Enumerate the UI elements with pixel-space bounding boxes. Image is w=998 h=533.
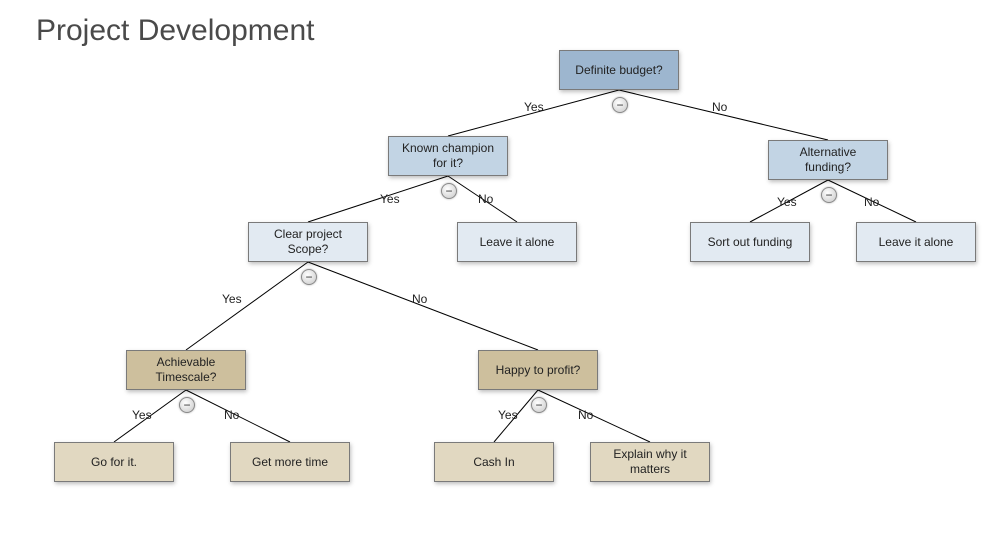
edge-label-timescale-no: No <box>224 408 239 422</box>
minus-icon: − <box>183 399 190 411</box>
edge-label-champion-yes: Yes <box>380 192 400 206</box>
node-happy-to-profit[interactable]: Happy to profit? <box>478 350 598 390</box>
minus-icon: − <box>445 185 452 197</box>
minus-icon: − <box>825 189 832 201</box>
node-go-for-it[interactable]: Go for it. <box>54 442 174 482</box>
edge-label-scope-yes: Yes <box>222 292 242 306</box>
node-label: Known champion for it? <box>395 141 501 171</box>
collapse-toggle-scope[interactable]: − <box>301 269 317 285</box>
node-leave-alone-1[interactable]: Leave it alone <box>457 222 577 262</box>
node-label: Leave it alone <box>480 235 555 250</box>
node-leave-alone-2[interactable]: Leave it alone <box>856 222 976 262</box>
node-label: Explain why it matters <box>597 447 703 477</box>
edge-label-root-no: No <box>712 100 727 114</box>
edge-label-champion-no: No <box>478 192 493 206</box>
node-definite-budget[interactable]: Definite budget? <box>559 50 679 90</box>
collapse-toggle-timescale[interactable]: − <box>179 397 195 413</box>
edge-label-altfund-yes: Yes <box>777 195 797 209</box>
edge-label-scope-no: No <box>412 292 427 306</box>
node-achievable-timescale[interactable]: Achievable Timescale? <box>126 350 246 390</box>
node-clear-scope[interactable]: Clear project Scope? <box>248 222 368 262</box>
edge-label-root-yes: Yes <box>524 100 544 114</box>
minus-icon: − <box>535 399 542 411</box>
node-label: Happy to profit? <box>496 363 581 378</box>
minus-icon: − <box>616 99 623 111</box>
page-title: Project Development <box>36 14 314 48</box>
edge-label-altfund-no: No <box>864 195 879 209</box>
edge-label-timescale-yes: Yes <box>132 408 152 422</box>
collapse-toggle-profit[interactable]: − <box>531 397 547 413</box>
node-label: Clear project Scope? <box>255 227 361 257</box>
node-label: Get more time <box>252 455 328 470</box>
node-explain-why[interactable]: Explain why it matters <box>590 442 710 482</box>
node-cash-in[interactable]: Cash In <box>434 442 554 482</box>
collapse-toggle-champion[interactable]: − <box>441 183 457 199</box>
node-known-champion[interactable]: Known champion for it? <box>388 136 508 176</box>
node-label: Cash In <box>473 455 514 470</box>
node-label: Achievable Timescale? <box>133 355 239 385</box>
node-label: Sort out funding <box>708 235 793 250</box>
node-sort-out-funding[interactable]: Sort out funding <box>690 222 810 262</box>
node-label: Alternative funding? <box>775 145 881 175</box>
edge-label-profit-yes: Yes <box>498 408 518 422</box>
node-label: Go for it. <box>91 455 137 470</box>
node-get-more-time[interactable]: Get more time <box>230 442 350 482</box>
node-label: Leave it alone <box>879 235 954 250</box>
minus-icon: − <box>305 271 312 283</box>
node-label: Definite budget? <box>575 63 662 78</box>
node-alternative-funding[interactable]: Alternative funding? <box>768 140 888 180</box>
edge-label-profit-no: No <box>578 408 593 422</box>
collapse-toggle-altfund[interactable]: − <box>821 187 837 203</box>
collapse-toggle-root[interactable]: − <box>612 97 628 113</box>
